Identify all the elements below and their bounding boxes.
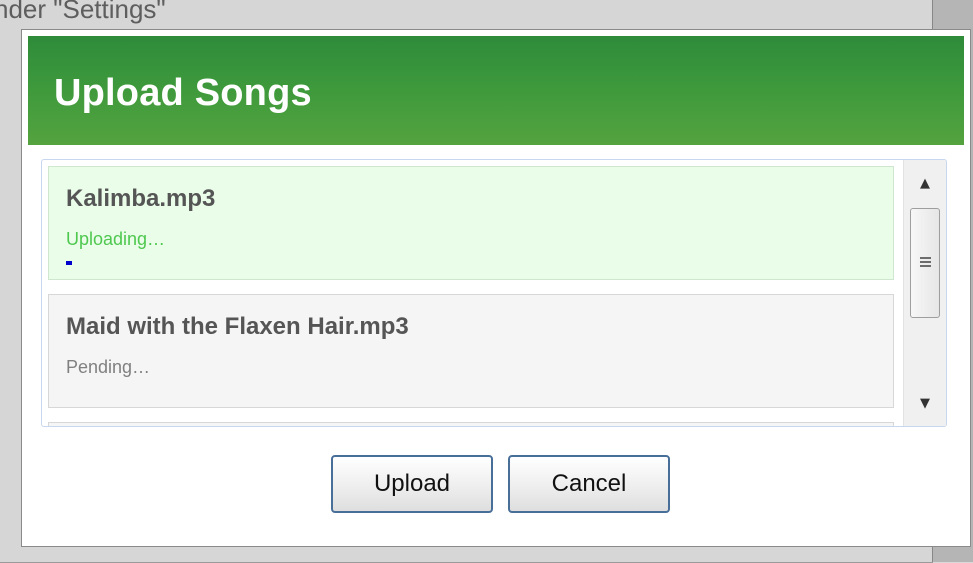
arrow-up-icon: ▲	[920, 175, 930, 191]
cancel-button[interactable]: Cancel	[508, 455, 670, 513]
dialog-titlebar: Upload Songs	[28, 36, 964, 145]
upload-dialog: Upload Songs Kalimba.mp3 Uploading… Maid…	[22, 30, 970, 546]
upload-progress-bar	[66, 261, 226, 265]
file-status: Pending…	[66, 357, 151, 377]
file-list-scrollbar[interactable]: ▲ ▼	[903, 160, 946, 426]
file-status: Uploading…	[66, 229, 166, 249]
scroll-thumb[interactable]	[910, 208, 940, 318]
scroll-up-button[interactable]: ▲	[904, 160, 946, 206]
scroll-down-button[interactable]: ▼	[904, 380, 946, 426]
file-item-next[interactable]	[48, 422, 894, 426]
file-item-uploading[interactable]: Kalimba.mp3 Uploading…	[48, 166, 894, 280]
file-item-pending[interactable]: Maid with the Flaxen Hair.mp3 Pending…	[48, 294, 894, 408]
file-list-viewport: Kalimba.mp3 Uploading… Maid with the Fla…	[48, 166, 896, 426]
upload-progress-fill	[66, 261, 73, 265]
arrow-down-icon: ▼	[920, 395, 930, 411]
file-name: Kalimba.mp3	[66, 185, 216, 212]
scroll-grip-icon	[920, 257, 931, 269]
upload-button[interactable]: Upload	[331, 455, 493, 513]
dialog-title: Upload Songs	[54, 72, 312, 114]
file-name: Maid with the Flaxen Hair.mp3	[66, 313, 409, 340]
file-list: Kalimba.mp3 Uploading… Maid with the Fla…	[41, 159, 947, 427]
